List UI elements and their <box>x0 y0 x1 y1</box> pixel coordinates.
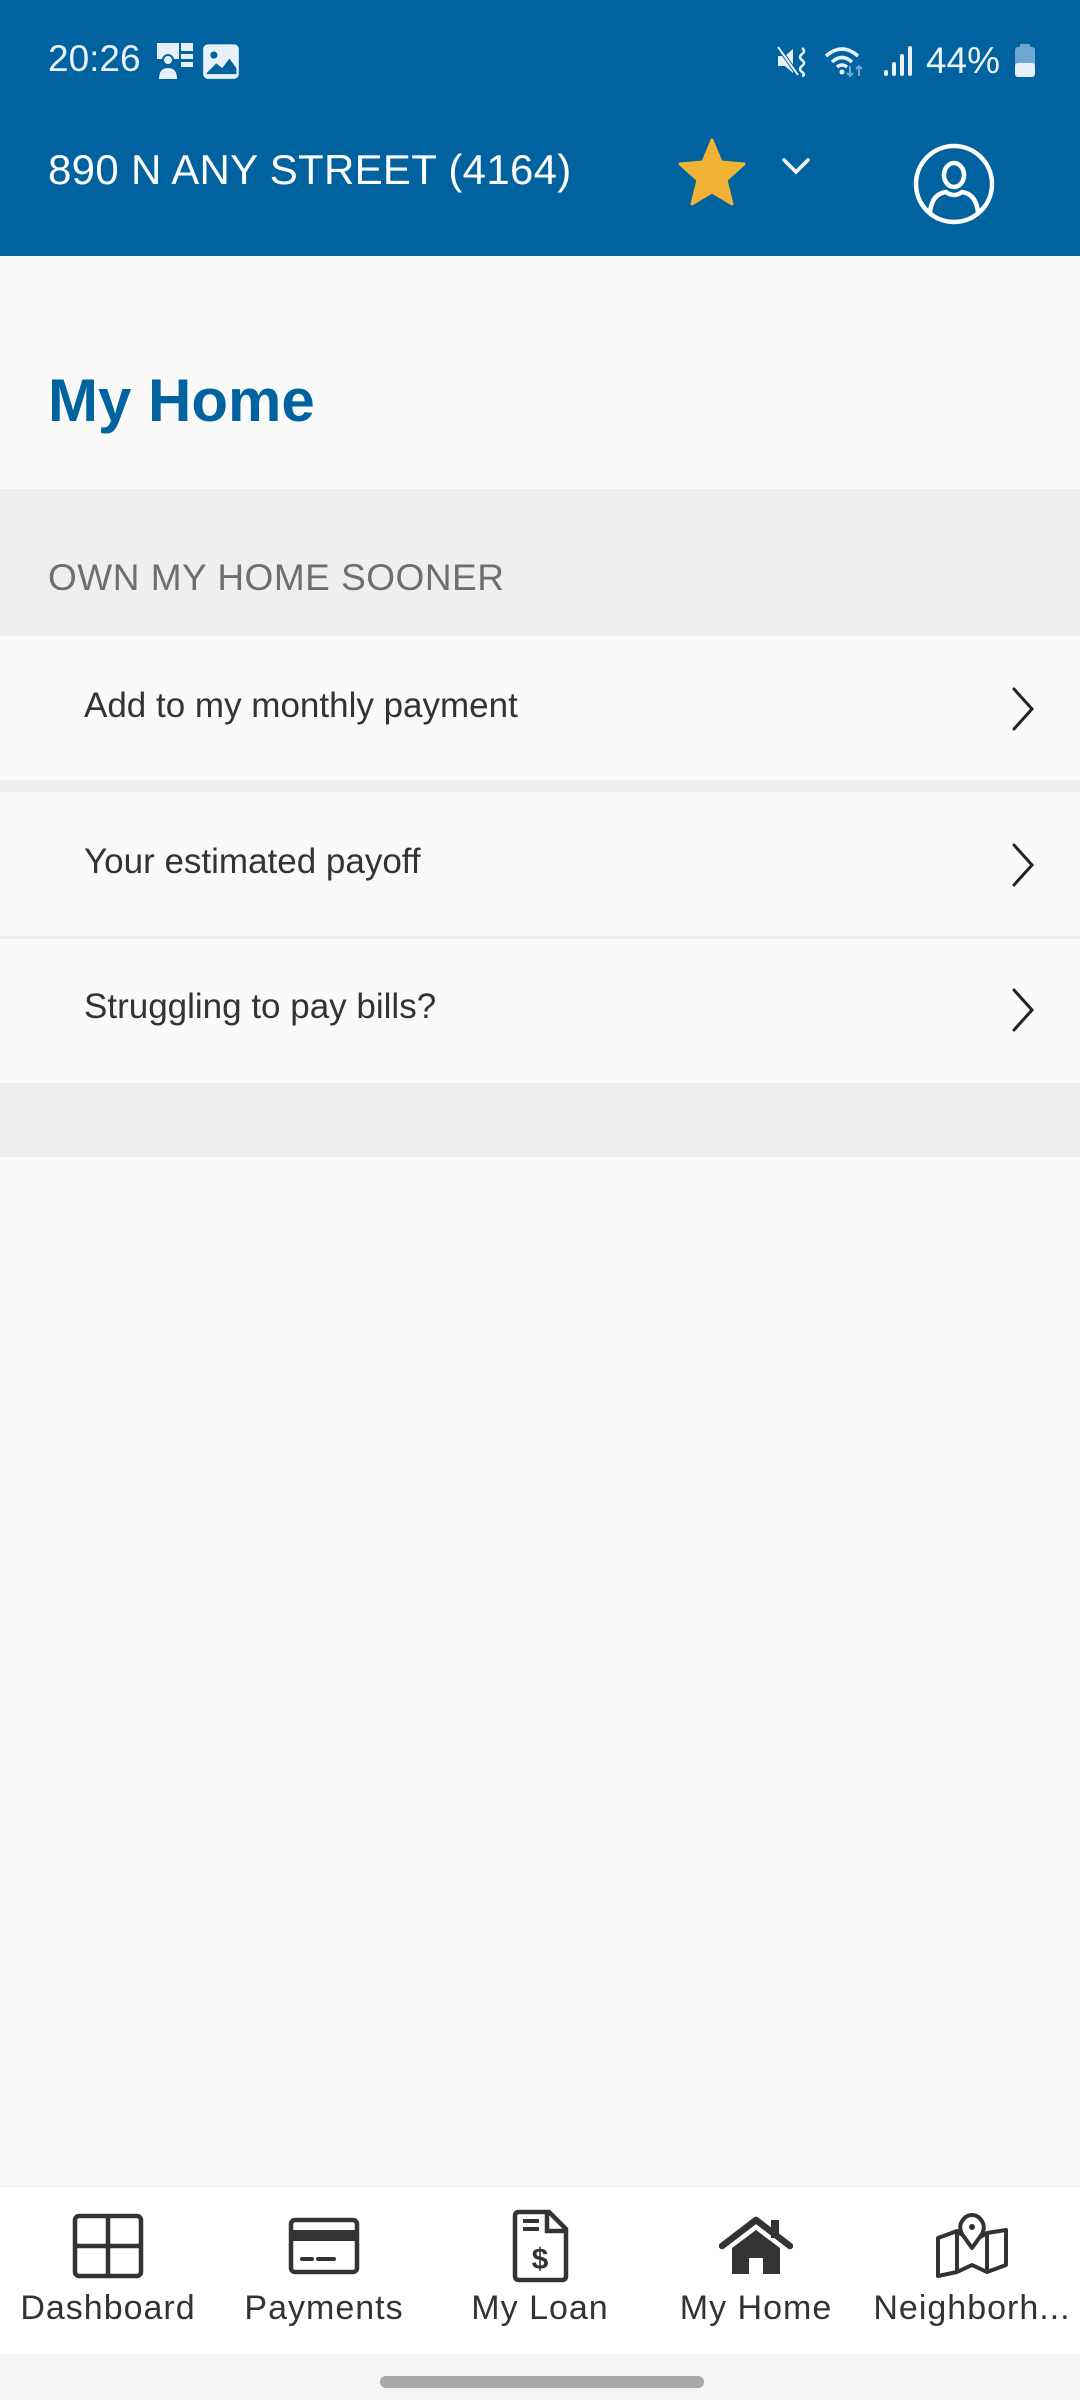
status-time: 20:26 <box>48 38 141 79</box>
gesture-area <box>0 2354 1080 2400</box>
nav-item-dashboard[interactable]: Dashboard <box>0 2187 216 2354</box>
system-status-icons: 44% <box>776 40 1036 82</box>
nav-item-my-home[interactable]: My Home <box>648 2187 864 2354</box>
map-pin-icon <box>932 2211 1012 2281</box>
contact-card-icon <box>157 43 193 79</box>
loan-document-icon: $ <box>500 2209 580 2283</box>
section-header: OWN MY HOME SOONER <box>0 489 1080 636</box>
section-title: OWN MY HOME SOONER <box>48 557 505 598</box>
bottom-navigation: Dashboard Payments $ My Loan My Home Nei… <box>0 2186 1080 2354</box>
chevron-down-icon[interactable] <box>778 152 814 182</box>
signal-icon <box>883 46 912 76</box>
property-address-selector[interactable]: 890 N ANY STREET (4164) <box>48 146 572 194</box>
credit-card-icon <box>284 2211 364 2281</box>
nav-label: Neighborh... <box>873 2289 1071 2327</box>
svg-text:$: $ <box>532 2243 549 2276</box>
page-title: My Home <box>48 367 315 434</box>
home-gesture-bar[interactable] <box>380 2376 704 2388</box>
nav-label: My Loan <box>471 2289 609 2327</box>
image-icon <box>203 44 239 79</box>
nav-item-payments[interactable]: Payments <box>216 2187 432 2354</box>
list-item-label: Add to my monthly payment <box>84 686 518 725</box>
list-item-add-to-monthly-payment[interactable]: Add to my monthly payment <box>0 636 1080 780</box>
wifi-icon <box>824 47 863 78</box>
user-circle-icon[interactable] <box>912 142 996 226</box>
list-item-label: Struggling to pay bills? <box>84 987 437 1026</box>
nav-label: Payments <box>244 2289 404 2327</box>
chevron-right-icon <box>1012 843 1035 887</box>
app-header-bar: 20:26 44% 890 N ANY STREET (4164) <box>0 0 1080 256</box>
nav-label: My Home <box>679 2289 833 2327</box>
battery-percent: 44% <box>925 40 1000 81</box>
nav-label: Dashboard <box>20 2289 196 2327</box>
star-icon[interactable] <box>676 136 748 208</box>
property-header: 890 N ANY STREET (4164) <box>0 120 1080 256</box>
battery-icon <box>1015 44 1035 77</box>
vibrate-mute-icon <box>776 45 806 78</box>
nav-item-my-loan[interactable]: $ My Loan <box>432 2187 648 2354</box>
list-item-estimated-payoff[interactable]: Your estimated payoff <box>0 792 1080 936</box>
grid-icon <box>68 2211 148 2281</box>
chevron-right-icon <box>1012 687 1035 731</box>
section-footer <box>0 1083 1080 1157</box>
home-icon <box>716 2211 796 2281</box>
divider <box>0 780 1080 792</box>
list-item-label: Your estimated payoff <box>84 842 421 881</box>
nav-item-neighborhood[interactable]: Neighborh... <box>864 2187 1080 2354</box>
status-bar: 20:26 44% <box>0 0 1080 120</box>
list-item-struggling-to-pay[interactable]: Struggling to pay bills? <box>0 939 1080 1083</box>
chevron-right-icon <box>1012 988 1035 1032</box>
